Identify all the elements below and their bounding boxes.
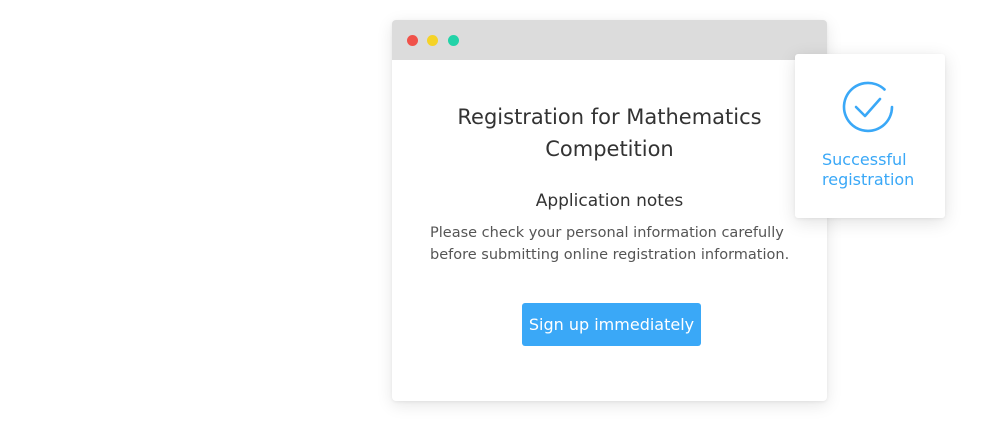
success-label: Successful registration (822, 150, 915, 189)
page-title: Registration for Mathematics Competition (457, 105, 762, 161)
notes-heading: Application notes (535, 191, 684, 211)
window-titlebar (392, 20, 827, 60)
success-card: Successful registration (795, 54, 945, 218)
registration-window: Registration for Mathematics Competition… (392, 20, 827, 401)
check-circle-icon (842, 81, 894, 133)
notes-body: Please check your personal information c… (430, 225, 790, 263)
close-dot-icon[interactable] (407, 35, 418, 46)
signup-button[interactable]: Sign up immediately (522, 303, 701, 346)
minimize-dot-icon[interactable] (427, 35, 438, 46)
maximize-dot-icon[interactable] (448, 35, 459, 46)
window-content: Registration for Mathematics Competition… (392, 60, 827, 401)
